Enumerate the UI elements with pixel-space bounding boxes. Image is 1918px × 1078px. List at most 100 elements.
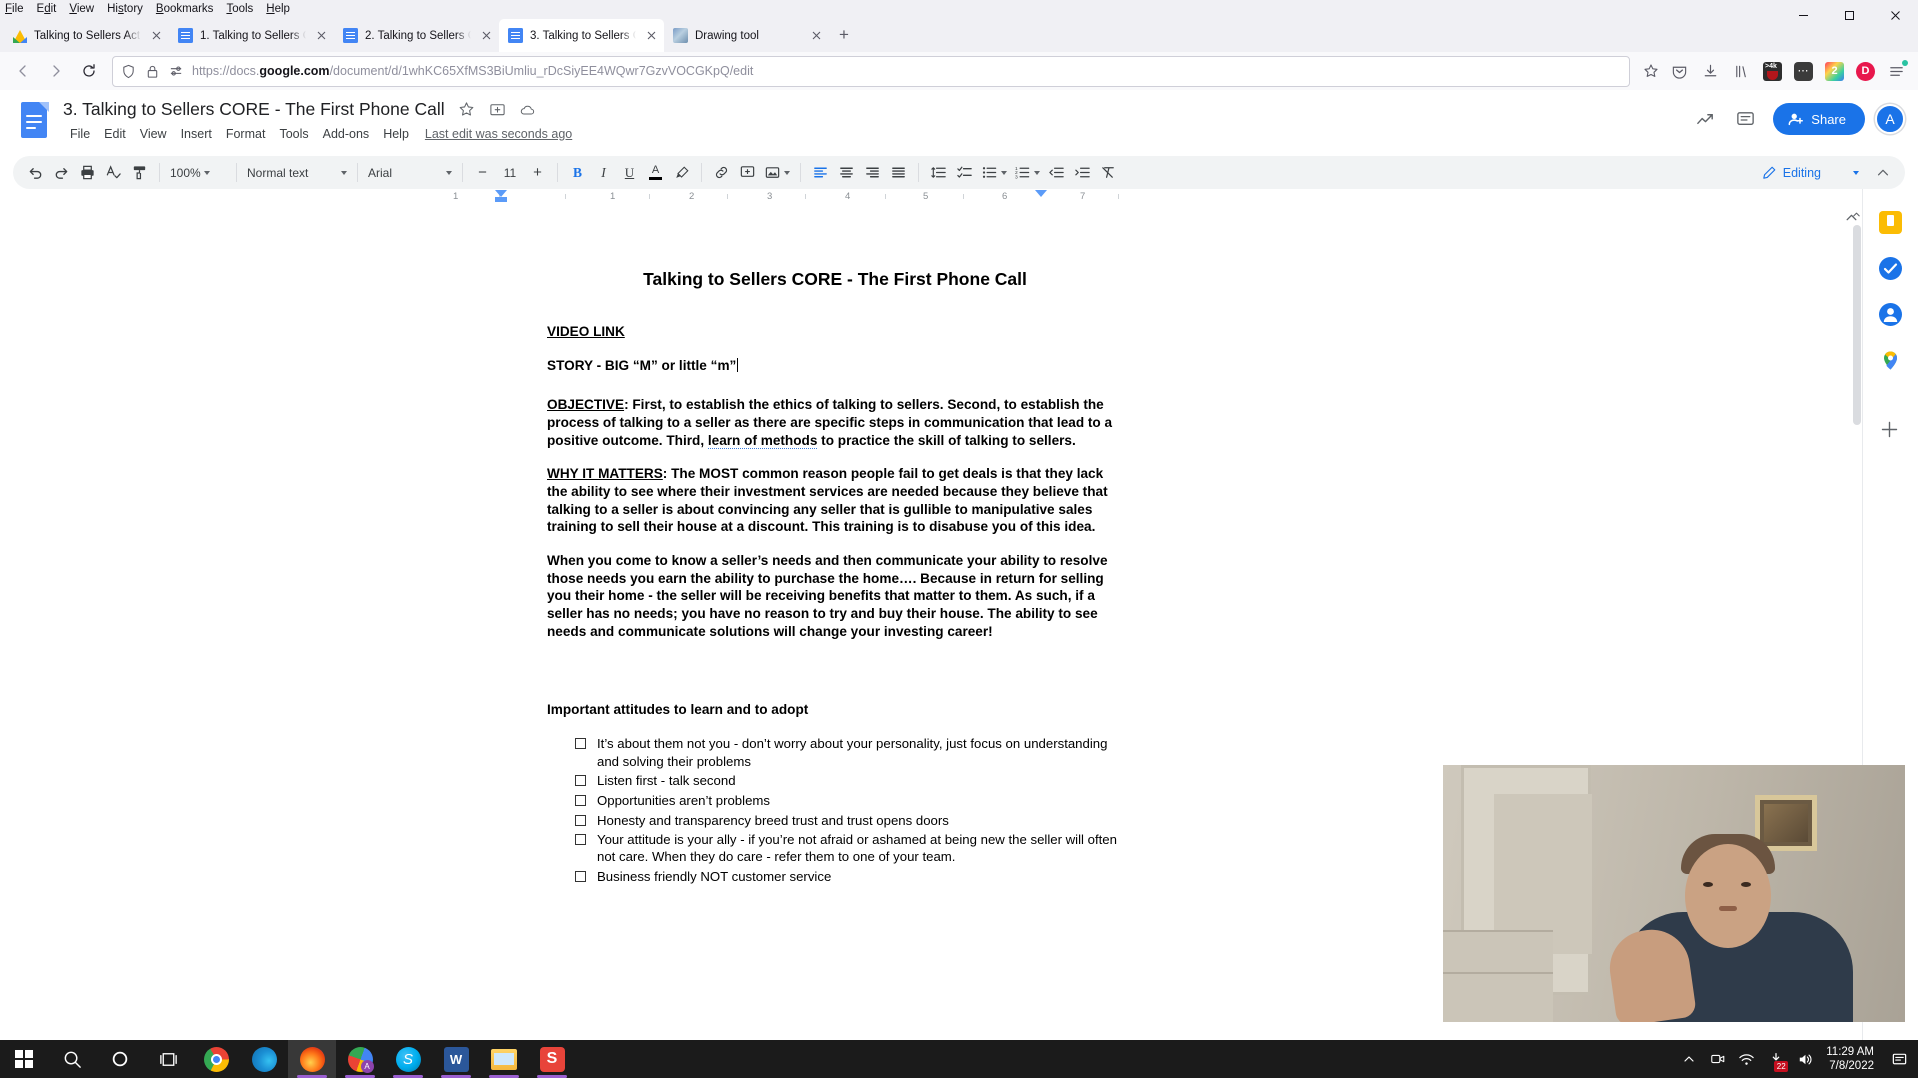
chrome-icon[interactable]: [192, 1040, 240, 1078]
tab-close-icon[interactable]: [148, 27, 165, 44]
docs-menu-file[interactable]: File: [63, 125, 97, 143]
browser-tab-3[interactable]: 3. Talking to Sellers CORE - The: [499, 19, 664, 52]
menu-history[interactable]: History: [107, 3, 143, 15]
taskbar-clock[interactable]: 11:29 AM 7/8/2022: [1820, 1040, 1884, 1078]
redo-button[interactable]: [49, 160, 74, 185]
right-margin-handle[interactable]: [1035, 190, 1047, 197]
google-tasks-icon[interactable]: [1879, 257, 1902, 280]
hide-menus-button[interactable]: [1870, 160, 1895, 185]
increase-indent-button[interactable]: [1070, 160, 1095, 185]
file-explorer-icon[interactable]: [480, 1040, 528, 1078]
insert-link-button[interactable]: [709, 160, 734, 185]
bold-button[interactable]: B: [565, 160, 590, 185]
shield-icon[interactable]: [120, 63, 137, 80]
bulleted-list-button[interactable]: [978, 160, 1010, 185]
updates-icon[interactable]: 22: [1762, 1040, 1789, 1078]
line-spacing-button[interactable]: [926, 160, 951, 185]
left-margin-handle[interactable]: [495, 190, 507, 197]
align-center-button[interactable]: [834, 160, 859, 185]
paragraph-style-select[interactable]: Normal text: [244, 160, 350, 185]
task-view-icon[interactable]: [144, 1040, 192, 1078]
mode-select[interactable]: Editing: [1757, 165, 1863, 181]
back-button[interactable]: [7, 56, 38, 87]
forward-button[interactable]: [40, 56, 71, 87]
list-item[interactable]: It’s about them not you - don’t worry ab…: [575, 735, 1123, 769]
print-button[interactable]: [75, 160, 100, 185]
cortana-icon[interactable]: [96, 1040, 144, 1078]
checkbox[interactable]: [575, 794, 586, 806]
font-size-input[interactable]: 11: [496, 160, 524, 185]
url-text[interactable]: https://docs.google.com/document/d/1whKC…: [192, 64, 1622, 78]
scrollbar-thumb[interactable]: [1853, 225, 1861, 425]
numbered-list-button[interactable]: 123: [1011, 160, 1043, 185]
spellcheck-button[interactable]: [101, 160, 126, 185]
add-comment-button[interactable]: [735, 160, 760, 185]
new-tab-button[interactable]: +: [829, 20, 859, 50]
minimize-button[interactable]: [1780, 0, 1826, 30]
tab-close-icon[interactable]: [478, 27, 495, 44]
checkbox[interactable]: [575, 871, 586, 882]
word-icon[interactable]: W: [432, 1040, 480, 1078]
show-hidden-icons[interactable]: [1675, 1040, 1702, 1078]
search-icon[interactable]: [48, 1040, 96, 1078]
docs-menu-format[interactable]: Format: [219, 125, 273, 143]
firefox-account-icon[interactable]: [336, 1040, 384, 1078]
library-icon[interactable]: [1727, 57, 1756, 86]
menu-file[interactable]: File: [5, 3, 24, 15]
google-docs-logo-icon[interactable]: [15, 101, 55, 141]
docs-menu-view[interactable]: View: [133, 125, 174, 143]
avatar[interactable]: A: [1875, 104, 1905, 134]
first-line-indent-handle[interactable]: [495, 197, 507, 202]
checkbox[interactable]: [575, 814, 586, 826]
menu-view[interactable]: View: [69, 3, 94, 15]
tab-close-icon[interactable]: [643, 27, 660, 44]
snagit-icon[interactable]: S: [528, 1040, 576, 1078]
list-item[interactable]: Your attitude is your ally - if you’re n…: [575, 831, 1123, 865]
reload-button[interactable]: [73, 56, 104, 87]
webcam-icon[interactable]: [1704, 1040, 1731, 1078]
tab-close-icon[interactable]: [808, 27, 825, 44]
add-on-icon[interactable]: [1879, 419, 1902, 442]
clear-formatting-button[interactable]: [1096, 160, 1121, 185]
undo-button[interactable]: [23, 160, 48, 185]
highlight-color-button[interactable]: [669, 160, 694, 185]
wifi-icon[interactable]: [1733, 1040, 1760, 1078]
cloud-saved-icon[interactable]: [519, 100, 538, 119]
skype-icon[interactable]: S: [384, 1040, 432, 1078]
move-to-folder-icon[interactable]: [488, 100, 507, 119]
list-item[interactable]: Listen first - talk second: [575, 772, 1123, 789]
browser-tab-1[interactable]: 1. Talking to Sellers Objectives -: [169, 19, 334, 52]
video-downloader-icon[interactable]: >4k: [1758, 57, 1787, 86]
lock-icon[interactable]: [144, 63, 161, 80]
list-item[interactable]: Honesty and transparency breed trust and…: [575, 812, 1123, 829]
document-ruler[interactable]: 1 1 2 3 4 5 6 7: [0, 189, 1918, 207]
zoom-select[interactable]: 100%: [167, 160, 229, 185]
text-color-button[interactable]: A: [643, 160, 668, 185]
menu-tools[interactable]: Tools: [226, 3, 253, 15]
docs-menu-help[interactable]: Help: [376, 125, 416, 143]
maximize-button[interactable]: [1826, 0, 1872, 30]
start-button[interactable]: [0, 1040, 48, 1078]
firefox-icon[interactable]: [288, 1040, 336, 1078]
checkbox[interactable]: [575, 775, 586, 787]
tab-close-icon[interactable]: [313, 27, 330, 44]
google-contacts-icon[interactable]: [1879, 303, 1902, 326]
insert-image-button[interactable]: [761, 160, 793, 185]
docs-menu-edit[interactable]: Edit: [97, 125, 133, 143]
checkbox[interactable]: [575, 738, 586, 750]
align-left-button[interactable]: [808, 160, 833, 185]
menu-bookmarks[interactable]: Bookmarks: [156, 3, 214, 15]
webcam-overlay[interactable]: [1443, 765, 1905, 1022]
document-page[interactable]: Talking to Sellers CORE - The First Phon…: [455, 207, 1215, 888]
google-maps-icon[interactable]: [1879, 349, 1902, 372]
video-link-text[interactable]: VIDEO LINK: [547, 324, 625, 339]
list-item[interactable]: Opportunities aren’t problems: [575, 792, 1123, 809]
bookmark-star-icon[interactable]: [1638, 59, 1663, 84]
document-title[interactable]: 3. Talking to Sellers CORE - The First P…: [63, 99, 445, 120]
downloads-icon[interactable]: [1696, 57, 1725, 86]
browser-tab-2[interactable]: 2. Talking to Sellers GRADE SHE: [334, 19, 499, 52]
underline-button[interactable]: U: [617, 160, 642, 185]
browser-tab-4[interactable]: Drawing tool: [664, 19, 829, 52]
docs-menu-tools[interactable]: Tools: [272, 125, 315, 143]
app-menu-icon[interactable]: [1882, 57, 1911, 86]
